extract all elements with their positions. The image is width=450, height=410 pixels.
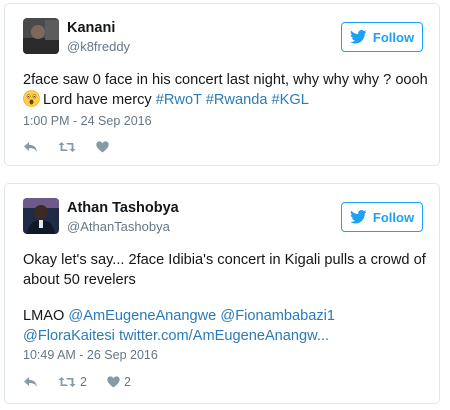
- avatar[interactable]: [23, 198, 59, 234]
- url-link[interactable]: twitter.com/AmEugeneAnangw...: [119, 328, 329, 344]
- reply-icon: [24, 142, 37, 152]
- tweet-actions: 2 2: [23, 373, 131, 391]
- tweet-timestamp[interactable]: 1:00 PM - 24 Sep 2016: [23, 114, 152, 128]
- tweet-text: 2face saw 0 face in his concert last nig…: [23, 70, 428, 110]
- tweet-text-line: 2face saw 0 face in his concert last nig…: [23, 72, 428, 88]
- follow-bird-icon: [349, 210, 367, 224]
- hashtag-link[interactable]: #KGL: [272, 92, 309, 108]
- reply-button[interactable]: [23, 376, 38, 388]
- tweet-text-segment: LMAO: [23, 308, 65, 324]
- hashtag-link[interactable]: #RwoT: [156, 92, 202, 108]
- follow-label: Follow: [372, 29, 415, 45]
- heart-icon: [107, 376, 120, 388]
- user-handle[interactable]: @AthanTashobya: [67, 219, 170, 234]
- user-name[interactable]: Athan Tashobya: [67, 200, 179, 216]
- like-count: 2: [123, 375, 131, 389]
- tweet-text-segment: Lord have mercy: [43, 92, 156, 108]
- tweet-mentions: LMAO @AmEugeneAnangwe @Fionambabazi1 @Fl…: [23, 306, 428, 346]
- tweet-text-paragraph: Okay let's say... 2face Idibia's concert…: [23, 252, 426, 288]
- like-button[interactable]: 2: [107, 375, 131, 389]
- mention-link[interactable]: @FloraKaitesi: [23, 328, 115, 344]
- reply-icon: [24, 377, 37, 387]
- heart-icon: [96, 141, 109, 153]
- retweet-button[interactable]: 2: [58, 375, 87, 389]
- tweet-card: Kanani @k8freddy Follow 2face saw 0 face…: [4, 3, 440, 166]
- follow-button[interactable]: Follow: [341, 22, 423, 52]
- retweet-count: 2: [80, 375, 87, 389]
- tweet-timestamp[interactable]: 10:49 AM - 26 Sep 2016: [23, 348, 158, 362]
- retweet-icon: [58, 142, 76, 152]
- user-name[interactable]: Kanani: [67, 20, 115, 36]
- hashtag-link[interactable]: #Rwanda: [206, 92, 268, 108]
- reply-button[interactable]: [23, 141, 38, 153]
- like-button[interactable]: [96, 141, 109, 153]
- astonished-face-emoji-icon: [23, 90, 40, 107]
- user-handle[interactable]: @k8freddy: [67, 39, 130, 54]
- tweet-text: Okay let's say... 2face Idibia's concert…: [23, 250, 428, 290]
- mention-link[interactable]: @AmEugeneAnangwe: [68, 308, 216, 324]
- follow-button[interactable]: Follow: [341, 202, 423, 232]
- tweet-card: Athan Tashobya @AthanTashobya Follow Oka…: [4, 183, 440, 404]
- retweet-icon: [58, 377, 76, 387]
- avatar[interactable]: [23, 18, 59, 54]
- follow-label: Follow: [372, 209, 415, 225]
- mention-link[interactable]: @Fionambabazi1: [220, 308, 335, 324]
- tweet-actions: [23, 138, 109, 156]
- follow-bird-icon: [349, 30, 367, 44]
- retweet-button[interactable]: [58, 141, 76, 153]
